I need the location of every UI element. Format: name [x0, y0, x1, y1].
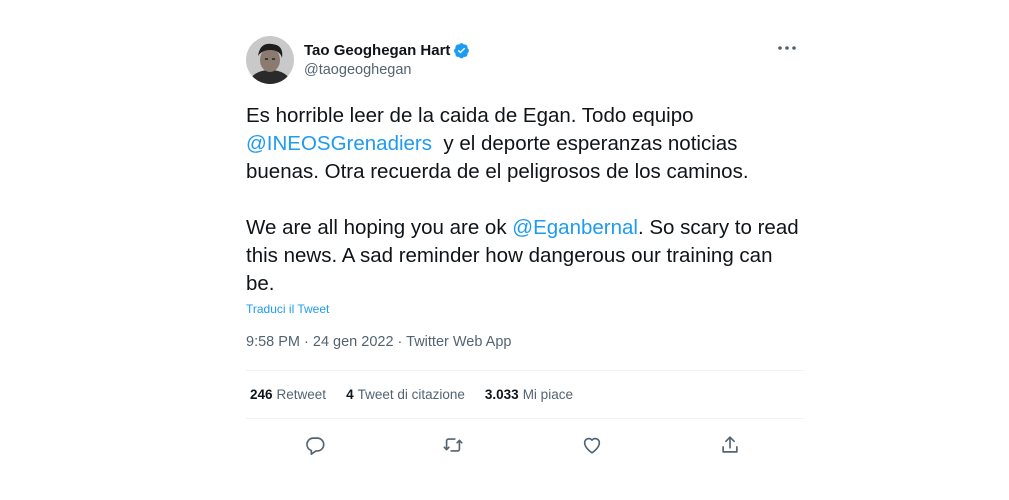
- retweets-stat[interactable]: 246 Retweet: [250, 387, 326, 402]
- tweet-time[interactable]: 9:58 PM: [246, 334, 300, 350]
- tweet-paragraph-spanish: Es horrible leer de la caida de Egan. To…: [246, 102, 806, 186]
- quotes-stat[interactable]: 4 Tweet di citazione: [346, 387, 465, 402]
- quotes-count: 4: [346, 387, 354, 402]
- author-display-name[interactable]: Tao Geoghegan Hart: [304, 42, 450, 59]
- likes-stat[interactable]: 3.033 Mi piace: [485, 387, 573, 402]
- share-icon: [722, 436, 738, 453]
- retweets-count: 246: [250, 387, 273, 402]
- like-button[interactable]: [577, 430, 607, 460]
- reply-button[interactable]: [300, 430, 330, 460]
- tweet-metadata: 9:58 PM · 24 gen 2022 · Twitter Web App: [246, 334, 511, 350]
- author-block: Tao Geoghegan Hart @taogeoghegan: [304, 40, 470, 78]
- like-icon: [583, 437, 601, 454]
- tweet-date[interactable]: 24 gen 2022: [313, 334, 394, 350]
- avatar[interactable]: [246, 36, 294, 84]
- tweet-card: Tao Geoghegan Hart @taogeoghegan Es horr…: [230, 22, 810, 492]
- translate-tweet-link[interactable]: Traduci il Tweet: [246, 302, 329, 316]
- meta-separator: ·: [393, 334, 407, 350]
- engagement-stats: 246 Retweet 4 Tweet di citazione 3.033 M…: [250, 387, 593, 402]
- share-button[interactable]: [715, 430, 745, 460]
- meta-separator: ·: [300, 334, 313, 350]
- divider: [246, 370, 804, 371]
- more-options-button[interactable]: [774, 38, 800, 58]
- reply-icon: [306, 437, 325, 455]
- divider: [246, 418, 804, 419]
- retweet-icon: [443, 438, 463, 452]
- mention-link-ineosgrenadiers[interactable]: @INEOSGrenadiers: [246, 132, 432, 155]
- verified-badge-icon: [453, 42, 470, 59]
- avatar-photo: [246, 36, 294, 84]
- likes-count: 3.033: [484, 387, 519, 402]
- text-segment: We are all hoping you are ok: [246, 216, 513, 239]
- quotes-label: Tweet di citazione: [357, 387, 465, 402]
- tweet-paragraph-english: We are all hoping you are ok @Eganbernal…: [246, 214, 806, 298]
- tweet-source[interactable]: Twitter Web App: [406, 334, 511, 350]
- author-handle[interactable]: @taogeoghegan: [304, 62, 470, 78]
- likes-label: Mi piace: [522, 387, 573, 402]
- retweet-button[interactable]: [438, 430, 468, 460]
- tweet-text: Es horrible leer de la caida de Egan. To…: [246, 102, 806, 298]
- retweets-label: Retweet: [276, 387, 327, 402]
- action-bar: [290, 430, 750, 460]
- text-segment: Es horrible leer de la caida de Egan. To…: [246, 104, 694, 127]
- more-icon: [778, 46, 796, 50]
- mention-link-eganbernal[interactable]: @Eganbernal: [512, 216, 638, 239]
